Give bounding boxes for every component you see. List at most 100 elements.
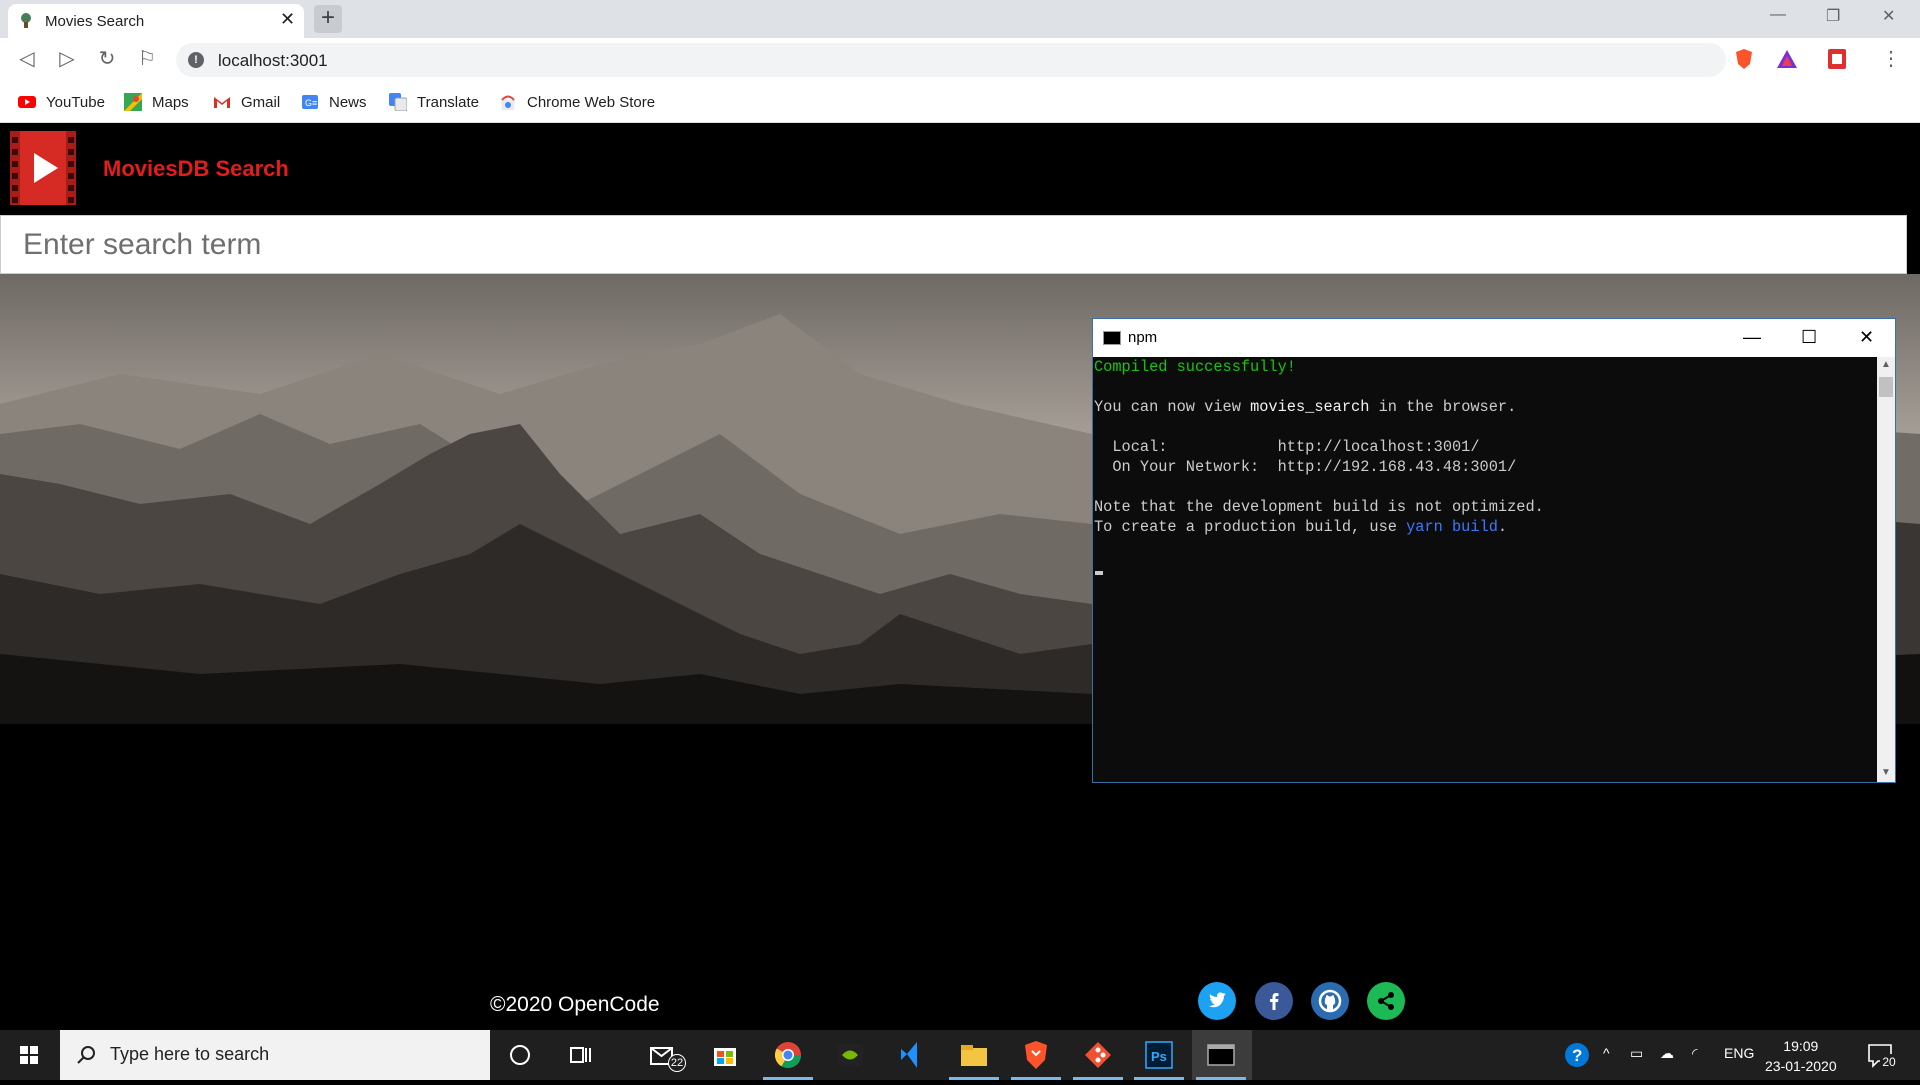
close-window-icon[interactable]: ✕ (1882, 6, 1895, 26)
bookmark-youtube[interactable]: YouTube (18, 91, 105, 113)
windows-icon (20, 1046, 38, 1064)
show-hidden-icons-icon[interactable]: ^ (1603, 1045, 1610, 1061)
console-close-icon[interactable]: ✕ (1859, 327, 1874, 348)
brave-shield-icon[interactable] (1733, 48, 1755, 70)
console-maximize-icon[interactable]: ☐ (1801, 327, 1817, 348)
svg-text:Ps: Ps (1151, 1049, 1167, 1064)
taskbar: Type here to search 22 Ps ? ^ ▭ ☁ ◜ ENG … (0, 1030, 1920, 1080)
console-title: npm (1128, 329, 1158, 346)
clock[interactable]: 19:09 23-01-2020 (1765, 1036, 1837, 1076)
console-line-production: To create a production build, use yarn b… (1094, 518, 1508, 536)
address-bar[interactable]: ! localhost:3001 (176, 43, 1726, 77)
restore-icon[interactable]: ❐ (1826, 6, 1840, 26)
scroll-up-icon[interactable]: ▲ (1881, 359, 1891, 370)
bookmark-label: Chrome Web Store (527, 93, 656, 111)
bookmark-chrome-web-store[interactable]: Chrome Web Store (499, 91, 655, 113)
browser-toolbar: ◁ ▷ ↻ ⚐ ! localhost:3001 ⋮ (0, 38, 1920, 82)
bookmark-label: YouTube (46, 93, 105, 111)
brave-rewards-icon[interactable] (1776, 48, 1798, 70)
minimize-icon[interactable]: — (1770, 6, 1786, 24)
command-prompt-icon[interactable] (1204, 1038, 1238, 1072)
clock-date: 23-01-2020 (1765, 1058, 1837, 1074)
scroll-thumb[interactable] (1879, 377, 1893, 397)
bookmarks-bar: YouTube Maps Gmail G≡ News Translate Chr… (0, 82, 1920, 123)
tab-strip: Movies Search ✕ + — ❐ ✕ (0, 0, 1920, 38)
console-line-local: Local: http://localhost:3001/ (1094, 438, 1480, 456)
brave-icon[interactable] (1019, 1038, 1053, 1072)
facebook-icon (1270, 993, 1279, 1010)
youtube-icon (18, 96, 36, 108)
notification-count: 20 (1880, 1054, 1898, 1070)
bookmark-label: Maps (152, 93, 189, 111)
console-scrollbar[interactable]: ▲ ▼ (1877, 357, 1895, 782)
file-explorer-icon[interactable] (957, 1038, 991, 1072)
bookmark-icon[interactable]: ⚐ (136, 48, 158, 70)
bookmark-gmail[interactable]: Gmail (213, 91, 280, 113)
store-icon[interactable] (708, 1038, 742, 1072)
share-button[interactable] (1367, 982, 1405, 1020)
cortana-icon[interactable] (503, 1038, 537, 1072)
battery-icon[interactable]: ▭ (1630, 1045, 1643, 1062)
twitter-button[interactable] (1198, 982, 1236, 1020)
console-line-network: On Your Network: http://192.168.43.48:30… (1094, 458, 1517, 476)
svg-text:?: ? (1572, 1046, 1582, 1065)
bookmark-news[interactable]: G≡ News (301, 91, 367, 113)
bookmark-label: Gmail (241, 93, 281, 111)
onedrive-icon[interactable]: ☁ (1660, 1045, 1674, 1062)
action-center-icon[interactable]: 20 (1866, 1040, 1898, 1070)
menu-icon[interactable]: ⋮ (1880, 48, 1902, 70)
git-icon[interactable] (1081, 1038, 1115, 1072)
maps-icon (124, 93, 142, 111)
search-icon (77, 1046, 95, 1064)
console-line-compiled: Compiled successfully! (1094, 358, 1296, 376)
language-indicator[interactable]: ENG (1724, 1045, 1754, 1061)
github-button[interactable] (1311, 982, 1349, 1020)
close-tab-icon[interactable]: ✕ (280, 9, 295, 30)
gmail-icon (214, 97, 230, 108)
pdf-extension-icon[interactable] (1826, 48, 1848, 70)
new-tab-button[interactable]: + (314, 5, 342, 33)
bookmark-maps[interactable]: Maps (124, 91, 189, 113)
taskbar-search-placeholder: Type here to search (110, 1044, 270, 1064)
site-info-icon[interactable]: ! (188, 52, 204, 68)
github-icon (1318, 989, 1342, 1013)
help-icon[interactable]: ? (1560, 1038, 1594, 1072)
nvidia-icon[interactable] (833, 1038, 867, 1072)
start-button[interactable] (0, 1030, 60, 1080)
url-text: localhost:3001 (218, 51, 328, 70)
bookmark-translate[interactable]: Translate (389, 91, 479, 113)
scroll-down-icon[interactable]: ▼ (1881, 767, 1891, 778)
clock-time: 19:09 (1783, 1038, 1819, 1054)
bookmark-label: News (329, 93, 367, 111)
task-view-icon[interactable] (563, 1038, 597, 1072)
npm-console-window[interactable]: npm — ☐ ✕ Compiled successfully! You can… (1092, 318, 1896, 783)
photoshop-icon[interactable]: Ps (1142, 1038, 1176, 1072)
forward-icon[interactable]: ▷ (56, 48, 78, 70)
tab-title: Movies Search (45, 13, 145, 30)
film-logo-icon (10, 131, 76, 205)
console-output: Compiled successfully! You can now view … (1093, 357, 1875, 782)
console-line-view: You can now view movies_search in the br… (1094, 398, 1517, 416)
tab-movies-search[interactable]: Movies Search ✕ (8, 4, 304, 38)
console-icon (1103, 331, 1121, 345)
console-titlebar[interactable]: npm — ☐ ✕ (1093, 319, 1895, 357)
mail-badge: 22 (668, 1054, 686, 1072)
brand-title: MoviesDB Search (103, 156, 289, 181)
search-input[interactable] (0, 215, 1907, 274)
news-icon: G≡ (302, 95, 318, 109)
chrome-icon[interactable] (771, 1038, 805, 1072)
reload-icon[interactable]: ↻ (96, 48, 118, 70)
chrome-web-store-icon (501, 95, 515, 110)
wifi-icon[interactable]: ◜ (1692, 1045, 1697, 1062)
taskbar-search-box[interactable]: Type here to search (60, 1030, 490, 1080)
console-minimize-icon[interactable]: — (1743, 327, 1761, 348)
back-icon[interactable]: ◁ (16, 48, 38, 70)
facebook-button[interactable] (1255, 982, 1293, 1020)
twitter-icon (1209, 992, 1226, 1008)
mail-app-icon[interactable]: 22 (648, 1038, 686, 1072)
console-line-note: Note that the development build is not o… (1094, 498, 1544, 516)
share-icon (1378, 992, 1394, 1010)
footer-copyright: ©2020 OpenCode (490, 993, 660, 1016)
svg-text:G≡: G≡ (305, 98, 317, 108)
vscode-icon[interactable] (895, 1038, 929, 1072)
